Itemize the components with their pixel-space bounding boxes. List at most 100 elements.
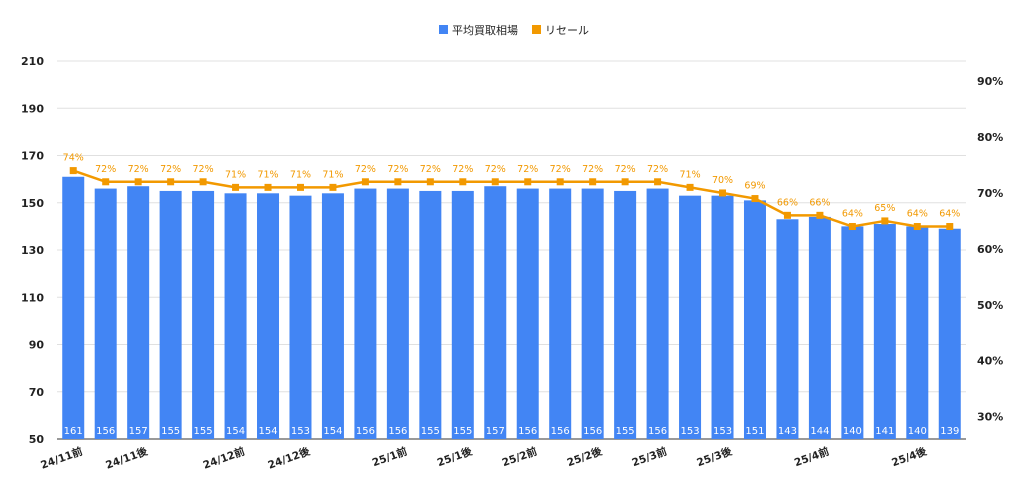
- line-point: [232, 183, 240, 191]
- line-value-label: 72%: [485, 164, 506, 175]
- line-point: [491, 178, 499, 186]
- line-value-label: 71%: [322, 169, 343, 180]
- bar-value-label: 153: [681, 426, 700, 437]
- bar-value-label: 141: [875, 426, 894, 437]
- x-tick-label: 24/11後: [104, 444, 150, 471]
- line-point: [654, 178, 662, 186]
- left-tick-label: 70: [29, 386, 45, 399]
- x-tick-label: 25/4後: [890, 444, 929, 469]
- bar: [581, 188, 604, 439]
- x-tick-label: 25/2前: [500, 444, 539, 469]
- line-value-label: 72%: [647, 164, 668, 175]
- line-point: [426, 178, 434, 186]
- line-value-label: 71%: [290, 169, 311, 180]
- bar-value-label: 157: [129, 426, 148, 437]
- left-tick-label: 150: [21, 197, 44, 210]
- bar-value-label: 140: [908, 426, 927, 437]
- bar-value-label: 154: [226, 426, 245, 437]
- bar: [257, 193, 280, 439]
- bar-value-label: 155: [194, 426, 213, 437]
- bar: [192, 190, 215, 439]
- bar-value-label: 155: [453, 426, 472, 437]
- right-axis: 30% 40% 50% 60% 70% 80% 90%: [977, 75, 1003, 424]
- x-tick-label: 25/4前: [792, 444, 831, 469]
- x-tick-label: 25/1前: [370, 444, 409, 469]
- line-point: [394, 178, 402, 186]
- line-point: [361, 178, 369, 186]
- bar-value-label: 156: [388, 426, 407, 437]
- line-value-label: 71%: [679, 169, 700, 180]
- line-point: [556, 178, 564, 186]
- bar: [808, 216, 831, 439]
- line-value-label: 66%: [777, 197, 798, 208]
- bar: [646, 188, 669, 439]
- legend: 平均買取相場 リセール: [439, 24, 589, 37]
- line-value-label: 72%: [193, 164, 214, 175]
- bar-value-label: 154: [323, 426, 342, 437]
- right-tick-label: 30%: [977, 411, 1003, 424]
- bar: [94, 188, 117, 439]
- line-point: [102, 178, 110, 186]
- legend-swatch-line: [532, 25, 541, 34]
- bar: [451, 190, 474, 439]
- bar: [224, 193, 247, 439]
- line-value-label: 64%: [842, 209, 863, 220]
- bar-value-label: 156: [356, 426, 375, 437]
- bar: [516, 188, 539, 439]
- x-tick-label: 24/11前: [39, 444, 85, 471]
- bar-series: [62, 176, 961, 439]
- line-value-label: 70%: [712, 175, 733, 186]
- line-point: [589, 178, 597, 186]
- line-value-label: 72%: [420, 164, 441, 175]
- x-tick-label: 24/12前: [201, 444, 247, 471]
- x-tick-label: 25/2後: [565, 444, 604, 469]
- line-value-label: 72%: [355, 164, 376, 175]
- bar: [159, 190, 182, 439]
- bar-value-label: 156: [551, 426, 570, 437]
- x-axis: 24/11前 24/11後 24/12前 24/12後 25/1前 25/1後 25/2前 2…: [39, 444, 929, 471]
- bar-value-label: 151: [745, 426, 764, 437]
- bar-value-label: 139: [940, 426, 959, 437]
- bar-value-label: 155: [161, 426, 180, 437]
- line-value-label: 64%: [907, 209, 928, 220]
- bar: [841, 226, 864, 439]
- left-axis: 50 70 90 110 130 150 170 190 210: [21, 55, 44, 446]
- line-point: [686, 183, 694, 191]
- line-point: [524, 178, 532, 186]
- line-value-label: 72%: [128, 164, 149, 175]
- line-point: [69, 167, 77, 175]
- line-point: [329, 183, 337, 191]
- line-point: [167, 178, 175, 186]
- line-value-label: 72%: [160, 164, 181, 175]
- line-value-label: 72%: [517, 164, 538, 175]
- right-tick-label: 80%: [977, 131, 1003, 144]
- bar-value-label: 156: [518, 426, 537, 437]
- line-point: [621, 178, 629, 186]
- right-tick-label: 50%: [977, 299, 1003, 312]
- bar: [354, 188, 377, 439]
- bar: [614, 190, 637, 439]
- line-value-label: 72%: [582, 164, 603, 175]
- bar: [484, 186, 507, 439]
- line-value-label: 72%: [452, 164, 473, 175]
- legend-label-line: リセール: [545, 24, 589, 37]
- left-tick-label: 90: [29, 339, 45, 352]
- bar: [549, 188, 572, 439]
- left-tick-label: 50: [29, 433, 45, 446]
- line-value-label: 72%: [95, 164, 116, 175]
- bar-value-label: 155: [616, 426, 635, 437]
- x-tick-label: 25/3前: [630, 444, 669, 469]
- line-point: [296, 183, 304, 191]
- left-tick-label: 170: [21, 150, 44, 163]
- right-tick-label: 60%: [977, 243, 1003, 256]
- bar: [873, 224, 896, 439]
- bar-value-label: 144: [810, 426, 829, 437]
- bar-value-label: 161: [64, 426, 83, 437]
- bar: [386, 188, 409, 439]
- line-point: [264, 183, 272, 191]
- x-tick-label: 25/3後: [695, 444, 734, 469]
- line-value-label: 64%: [939, 209, 960, 220]
- right-tick-label: 70%: [977, 187, 1003, 200]
- line-point: [134, 178, 142, 186]
- line-value-label: 65%: [874, 203, 895, 214]
